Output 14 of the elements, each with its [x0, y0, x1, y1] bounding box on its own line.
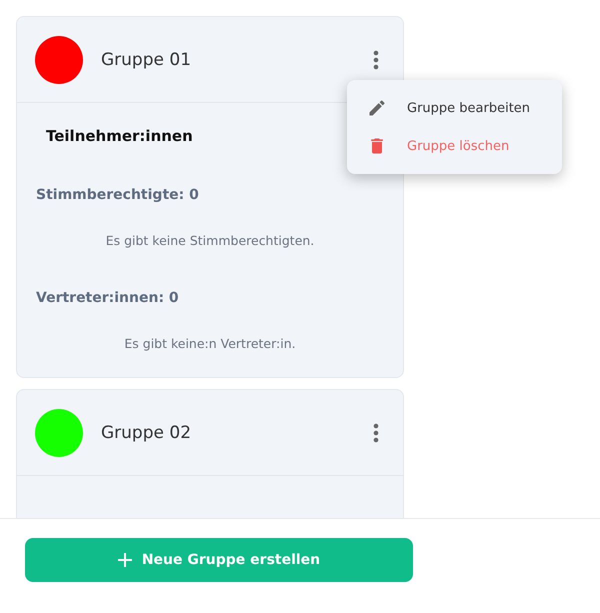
group-name: Gruppe 01	[101, 50, 192, 70]
participants-heading: Teilnehmer:innen	[46, 127, 194, 145]
more-icon	[373, 50, 379, 70]
menu-item[interactable]: Gruppe löschen	[347, 127, 562, 165]
more-icon	[373, 422, 379, 442]
empty-message: Es gibt keine Stimmberechtigten.	[106, 233, 314, 248]
pencil-icon	[367, 98, 387, 118]
create-group-button[interactable]: Neue Gruppe erstellen	[25, 538, 413, 582]
empty-message: Es gibt keine:n Vertreter:in.	[124, 336, 296, 351]
section-title: Stimmberechtigte: 0	[36, 187, 200, 203]
menu-item[interactable]: Gruppe bearbeiten	[347, 89, 562, 127]
group-name: Gruppe 02	[101, 422, 192, 442]
plus-icon	[118, 553, 132, 567]
section-title: Vertreter:innen: 0	[36, 290, 180, 306]
